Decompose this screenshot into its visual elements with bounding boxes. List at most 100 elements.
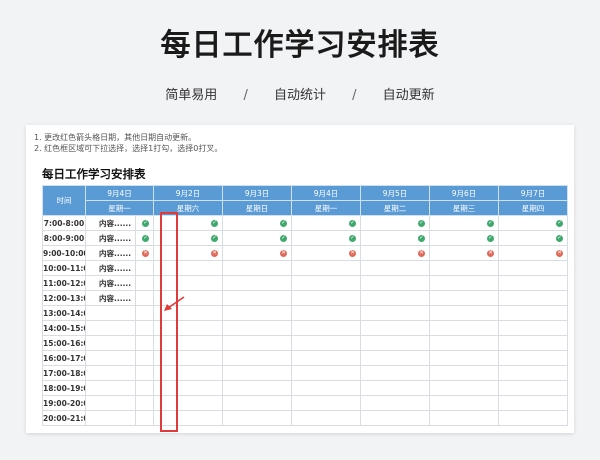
status-cell	[153, 335, 224, 351]
status-dropdown-cell[interactable]: ✓	[134, 230, 155, 246]
status-cell	[222, 275, 293, 291]
check-icon: ✓	[556, 235, 564, 242]
feature-strip: 简单易用 / 自动统计 / 自动更新	[0, 84, 600, 103]
status-dropdown-cell[interactable]	[134, 305, 155, 321]
status-cell	[498, 380, 569, 396]
task-content-cell[interactable]	[85, 335, 136, 351]
check-icon: ✓	[211, 235, 219, 242]
task-content-cell[interactable]: 内容......	[85, 245, 136, 261]
table-row: 20:00-21:00	[42, 410, 569, 426]
status-dropdown-cell[interactable]	[134, 335, 155, 351]
task-content-cell[interactable]	[85, 395, 136, 411]
time-slot: 14:00-15:00	[42, 320, 86, 336]
status-cell	[291, 335, 362, 351]
time-slot: 13:00-14:00	[42, 305, 86, 321]
status-cell: ✕	[360, 245, 431, 261]
date-cell: 9月2日	[153, 185, 224, 201]
task-content-cell[interactable]	[85, 380, 136, 396]
status-dropdown-cell[interactable]	[134, 380, 155, 396]
task-content-cell[interactable]: 内容......	[85, 275, 136, 291]
table-row: 14:00-15:00	[42, 320, 569, 336]
status-cell	[360, 410, 431, 426]
status-cell	[498, 260, 569, 276]
status-cell	[498, 335, 569, 351]
status-cell: ✓	[153, 215, 224, 231]
status-dropdown-cell[interactable]: ✕	[134, 245, 155, 261]
time-slot: 15:00-16:00	[42, 335, 86, 351]
task-content-cell[interactable]: 内容......	[85, 230, 136, 246]
table-row: 7:00-8:00 内容...... ✓ ✓ ✓ ✓ ✓ ✓ ✓	[42, 215, 569, 231]
table-row: 16:00-17:00	[42, 350, 569, 366]
status-cell	[291, 365, 362, 381]
date-cell: 9月6日	[429, 185, 500, 201]
status-dropdown-cell[interactable]	[134, 320, 155, 336]
status-cell: ✓	[291, 215, 362, 231]
table-row: 19:00-20:00	[42, 395, 569, 411]
date-cell: 9月5日	[360, 185, 431, 201]
cross-icon: ✕	[211, 250, 219, 257]
table-row: 12:00-13:00内容......	[42, 290, 569, 306]
task-content-cell[interactable]	[85, 305, 136, 321]
weekday-cell: 星期一	[84, 200, 155, 216]
status-cell	[222, 290, 293, 306]
task-content-cell[interactable]: 内容......	[85, 290, 136, 306]
table-row: 13:00-14:00	[42, 305, 569, 321]
status-cell	[222, 260, 293, 276]
check-icon: ✓	[418, 220, 426, 227]
status-cell	[222, 350, 293, 366]
status-cell	[498, 320, 569, 336]
date-cell: 9月4日	[291, 185, 362, 201]
task-content-cell[interactable]	[85, 350, 136, 366]
weekday-cell: 星期三	[429, 200, 500, 216]
table-row: 9:00-10:00 内容...... ✕ ✕ ✕ ✕ ✕ ✕ ✕	[42, 245, 569, 261]
task-content-cell[interactable]	[85, 410, 136, 426]
status-dropdown-cell[interactable]	[134, 395, 155, 411]
spreadsheet-preview: 1. 更改红色箭头格日期，其他日期自动更新。 2. 红色框区域可下拉选择，选择1…	[26, 125, 574, 433]
sheet-title: 每日工作学习安排表	[42, 167, 146, 181]
time-header: 时间	[42, 185, 86, 216]
feature-auto-stats: 自动统计	[273, 88, 326, 103]
status-cell	[429, 260, 500, 276]
status-cell	[291, 320, 362, 336]
check-icon: ✓	[556, 220, 564, 227]
status-cell	[360, 335, 431, 351]
status-cell	[291, 260, 362, 276]
task-content-cell[interactable]: 内容......	[85, 260, 136, 276]
status-cell	[429, 350, 500, 366]
check-icon: ✓	[418, 235, 426, 242]
status-dropdown-cell[interactable]	[134, 290, 155, 306]
check-icon: ✓	[349, 235, 357, 242]
status-dropdown-cell[interactable]	[134, 410, 155, 426]
feature-separator: /	[243, 88, 248, 103]
page-title: 每日工作学习安排表	[160, 28, 440, 63]
time-slot: 16:00-17:00	[42, 350, 86, 366]
status-cell	[222, 395, 293, 411]
time-slot: 20:00-21:00	[42, 410, 86, 426]
check-icon: ✓	[349, 220, 357, 227]
task-content-cell[interactable]	[85, 320, 136, 336]
status-cell	[360, 350, 431, 366]
status-dropdown-cell[interactable]	[134, 275, 155, 291]
status-cell	[360, 290, 431, 306]
status-cell: ✕	[153, 245, 224, 261]
status-cell	[498, 410, 569, 426]
feature-separator: /	[352, 88, 357, 103]
status-dropdown-cell[interactable]	[134, 260, 155, 276]
status-cell	[360, 380, 431, 396]
date-cell-editable[interactable]: 9月4日	[84, 185, 155, 201]
status-dropdown-cell[interactable]: ✓	[134, 215, 155, 231]
status-cell: ✓	[429, 215, 500, 231]
status-cell: ✓	[153, 230, 224, 246]
status-dropdown-cell[interactable]	[134, 350, 155, 366]
status-dropdown-cell[interactable]	[134, 365, 155, 381]
status-cell	[498, 275, 569, 291]
status-cell	[498, 395, 569, 411]
status-cell	[153, 365, 224, 381]
task-content-cell[interactable]	[85, 365, 136, 381]
weekday-cell: 星期日	[222, 200, 293, 216]
task-content-cell[interactable]: 内容......	[85, 215, 136, 231]
table-row: 15:00-16:00	[42, 335, 569, 351]
status-cell: ✕	[291, 245, 362, 261]
cross-icon: ✕	[418, 250, 426, 257]
status-cell	[360, 395, 431, 411]
